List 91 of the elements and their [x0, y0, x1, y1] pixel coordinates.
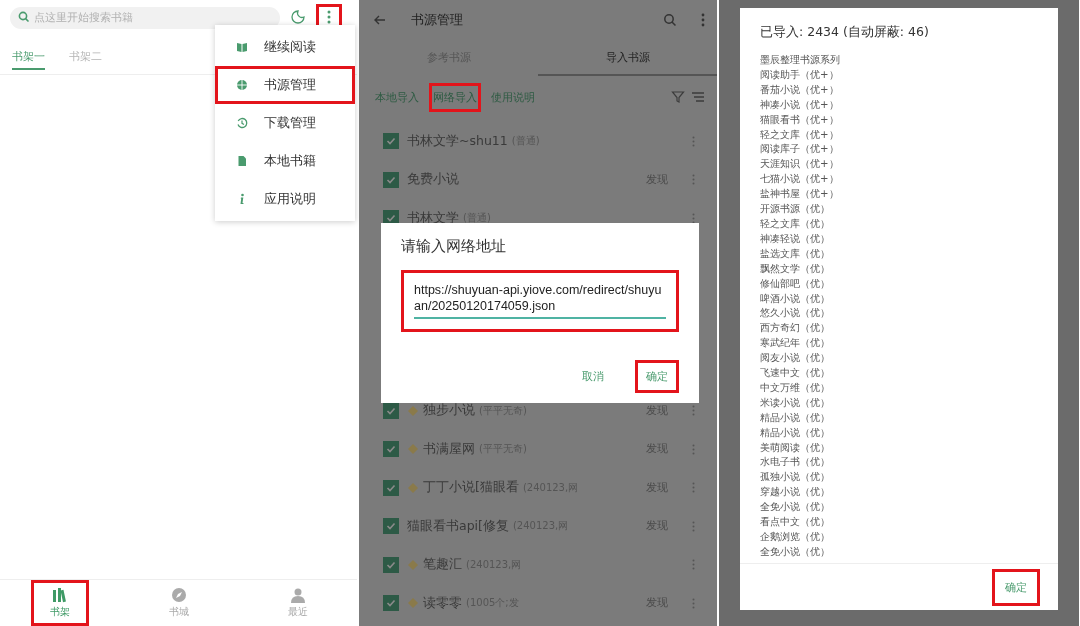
bookshelf-icon	[50, 587, 69, 603]
site-icon	[407, 443, 419, 456]
sort-icon[interactable]	[691, 90, 705, 104]
checkbox[interactable]	[383, 441, 399, 458]
source-line: 全免小说（优）	[760, 500, 831, 515]
checkbox[interactable]	[383, 595, 399, 612]
checkbox[interactable]	[383, 479, 399, 496]
menu-item[interactable]: 应用说明	[215, 180, 355, 218]
source-name: 免费小说	[407, 171, 459, 189]
source-line: 盐选文库（优）	[760, 246, 831, 261]
source-line: 飞速中文（优）	[760, 366, 831, 381]
nav-tab[interactable]: 最近	[268, 580, 327, 626]
source-name: 独步小说	[423, 402, 475, 420]
source-line: 轻之文库（优）	[760, 216, 831, 231]
source-line: 米读小说（优）	[760, 395, 831, 410]
source-line: 飘然文学（优）	[760, 261, 831, 276]
dialog-title: 已导入: 2434 (自动屏蔽: 46)	[759, 23, 930, 41]
shelf-tab[interactable]: 书架一	[12, 44, 45, 70]
more-icon[interactable]	[701, 13, 705, 27]
source-line: 西方奇幻（优）	[760, 321, 831, 336]
source-line: 全免小说（优）	[760, 544, 831, 559]
globe-icon	[236, 79, 248, 91]
site-icon	[407, 597, 419, 610]
action-link[interactable]: 网络导入	[429, 82, 481, 112]
source-name: 书满屋网	[423, 440, 475, 458]
source-line: 神凑小说（优+）	[760, 97, 840, 112]
source-line: 墨辰整理书源系列	[760, 53, 841, 67]
site-icon	[407, 481, 419, 494]
checkbox[interactable]	[383, 171, 399, 188]
source-line: 神凑轻说（优）	[760, 231, 831, 246]
source-line: 精品小说（优）	[760, 425, 831, 440]
source-line: 轻之文库（优+）	[760, 127, 840, 142]
dialog-button[interactable]: 确定	[635, 360, 679, 393]
compass-icon	[169, 587, 188, 603]
source-line: 啤酒小说（优）	[760, 291, 831, 306]
source-line: 七猫小说（优+）	[760, 172, 840, 187]
source-line: 企鹅浏览（优）	[760, 530, 831, 544]
source-name: 读零零	[423, 594, 462, 612]
source-line: 寒武纪年（优）	[760, 336, 831, 351]
source-line: 水电子书（优）	[760, 455, 831, 470]
person-icon	[288, 587, 307, 603]
more-icon	[327, 10, 331, 24]
site-icon	[407, 404, 419, 417]
source-line: 番茄小说（优+）	[760, 82, 840, 97]
book-icon	[236, 41, 248, 53]
source-line: 盐神书屋（优+）	[760, 187, 840, 202]
source-line: 阅读库子（优+）	[760, 142, 840, 157]
dialog-button[interactable]: 取消	[571, 360, 615, 393]
menu-item[interactable]: 下载管理	[215, 104, 355, 142]
dialog-title: 请输入网络地址	[401, 237, 507, 256]
source-line: 孤独小说（优）	[760, 470, 831, 485]
screen-title: 书源管理	[411, 11, 463, 29]
search-icon	[18, 11, 30, 23]
source-line: 看点中文（优）	[760, 515, 831, 530]
source-line: 阅友小说（优）	[760, 351, 831, 366]
menu-item[interactable]: 本地书籍	[215, 142, 355, 180]
nav-tab[interactable]: 书城	[149, 580, 208, 626]
action-link[interactable]: 本地导入	[371, 82, 423, 112]
moon-icon[interactable]	[290, 9, 306, 25]
checkbox[interactable]	[383, 518, 399, 535]
shelf-tab[interactable]: 书架二	[69, 44, 102, 70]
source-line: 中文万维（优）	[760, 380, 831, 395]
source-line: 精品小说（优）	[760, 410, 831, 425]
source-name: 猫眼看书api[修复	[407, 517, 509, 535]
source-line: 猫眼看书（优+）	[760, 112, 840, 127]
source-line: 天涯知识（优+）	[760, 157, 840, 172]
source-line: 穿越小说（优）	[760, 485, 831, 500]
search-icon[interactable]	[663, 13, 677, 27]
source-line: 美萌阅读（优）	[760, 440, 831, 455]
clock-icon	[236, 117, 248, 129]
file-icon	[236, 155, 248, 167]
nav-tab[interactable]: 书架	[30, 580, 89, 626]
source-line: 阅读助手（优+）	[760, 67, 840, 82]
url-field[interactable]: https://shuyuan-api.yiove.com/redirect/shuyuan/20250120174059.json	[401, 270, 679, 332]
site-icon	[407, 558, 419, 571]
source-name: 书林文学~shu11	[407, 132, 508, 150]
source-tab[interactable]: 导入书源	[538, 40, 717, 76]
source-name: 书林文学	[407, 209, 459, 227]
menu-item[interactable]: 继续阅读	[215, 28, 355, 66]
source-line: 开源书源（优）	[760, 202, 831, 217]
checkbox[interactable]	[383, 133, 399, 150]
source-name: 丁丁小说[猫眼看	[423, 479, 519, 497]
action-link[interactable]: 使用说明	[487, 82, 539, 112]
source-name: 笔趣汇	[423, 556, 462, 574]
checkbox[interactable]	[383, 556, 399, 573]
filter-icon[interactable]	[671, 90, 685, 104]
source-line: 悠久小说（优）	[760, 306, 831, 321]
menu-item[interactable]: 书源管理	[215, 66, 355, 104]
back-arrow-icon[interactable]	[373, 13, 387, 27]
confirm-button[interactable]: 确定	[992, 568, 1040, 606]
source-line: 修仙部吧（优）	[760, 276, 831, 291]
